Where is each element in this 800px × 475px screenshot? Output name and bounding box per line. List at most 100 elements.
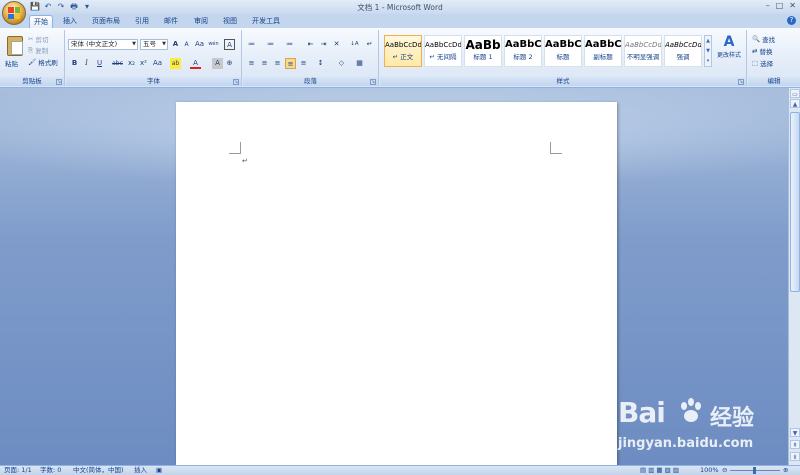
replace-button[interactable]: ⇄ 替换 (752, 46, 772, 56)
strikethrough-icon[interactable]: abc (112, 58, 123, 69)
char-shading-icon[interactable]: A (212, 58, 223, 69)
language-indicator[interactable]: 中文(简体，中国) (73, 466, 124, 475)
line-spacing-icon[interactable]: ↕ (315, 58, 326, 69)
sort-icon[interactable]: ↓A (349, 39, 360, 50)
highlight-icon[interactable]: ab (170, 58, 181, 69)
tab-view[interactable]: 视图 (219, 15, 241, 28)
decrease-indent-icon[interactable]: ⇤ (305, 39, 316, 50)
tab-mailings[interactable]: 邮件 (160, 15, 182, 28)
office-button[interactable] (2, 1, 26, 25)
vertical-scrollbar[interactable]: ▭ ▲ ▼ ⇞ ⇟ (788, 88, 800, 465)
style-tile[interactable]: AaBbC 标题 (544, 35, 582, 67)
format-painter-button[interactable]: 🖌 格式刷 (28, 57, 58, 67)
scroll-up-icon[interactable]: ▲ (790, 99, 800, 108)
align-left-icon[interactable]: ≡ (246, 58, 257, 69)
help-icon[interactable]: ? (787, 16, 796, 25)
scroll-thumb[interactable] (790, 112, 800, 292)
window-controls: – □ ✕ (766, 1, 796, 10)
clipboard-group: 粘贴 ✂ 剪切 ⎘ 复制 🖌 格式刷 剪贴板 ↘ (0, 30, 65, 86)
zoom-slider-thumb[interactable] (753, 467, 756, 474)
binoculars-icon: 🔍 (752, 35, 761, 43)
tab-developer[interactable]: 开发工具 (248, 15, 284, 28)
paste-icon (7, 36, 23, 56)
font-size-dropdown[interactable]: 五号 ▼ (140, 39, 168, 50)
superscript-icon[interactable]: x² (138, 58, 149, 69)
copy-button[interactable]: ⎘ 复制 (28, 45, 48, 56)
enclose-char-icon[interactable]: ⊕ (224, 58, 235, 69)
editing-group: 🔍 查找 ⇄ 替换 ⬚ 选择 编辑 (748, 30, 800, 86)
tab-home[interactable]: 开始 (29, 15, 53, 28)
next-page-icon[interactable]: ⇟ (790, 452, 800, 461)
ruler-toggle-icon[interactable]: ▭ (790, 89, 800, 98)
style-tile[interactable]: AaBbCcDd ↵ 无间隔 (424, 35, 462, 67)
char-border-icon[interactable]: A (224, 39, 235, 50)
paragraph-group: ≔ ≔ ≔ ⇤ ⇥ ✕ ↓A ↵ ≡ ≡ ≡ ≡ ≡ ↕ ◇ ▦ 段落 ↘ (243, 30, 379, 86)
status-bar: 页面: 1/1 字数: 0 中文(简体，中国) 插入 ▣ ▤ ▥ ▦ ▧ ▨ 1… (0, 465, 800, 475)
maximize-button[interactable]: □ (776, 1, 784, 10)
watermark-brand: Bai (618, 396, 666, 429)
style-tile[interactable]: AaBbC 副标题 (584, 35, 622, 67)
close-button[interactable]: ✕ (789, 1, 796, 10)
shading-icon[interactable]: ◇ (336, 58, 347, 69)
bold-icon[interactable]: B (69, 58, 80, 69)
style-tile[interactable]: AaBbCcDd 不明显强调 (624, 35, 662, 67)
paragraph-launcher-icon[interactable]: ↘ (370, 79, 376, 85)
paste-label: 粘贴 (5, 60, 18, 68)
font-group-label: 字体 (66, 77, 241, 86)
select-button[interactable]: ⬚ 选择 (752, 58, 773, 68)
zoom-level[interactable]: 100% (700, 466, 719, 475)
increase-indent-icon[interactable]: ⇥ (318, 39, 329, 50)
prev-page-icon[interactable]: ⇞ (790, 440, 800, 449)
style-tile[interactable]: AaBbCcDd 强调 (664, 35, 702, 67)
show-marks-icon[interactable]: ↵ (364, 39, 375, 50)
zoom-in-icon[interactable]: ⊕ (783, 466, 788, 475)
shrink-font-icon[interactable]: A (181, 39, 192, 50)
change-case-icon[interactable]: Aa (152, 58, 163, 69)
font-color-icon[interactable]: A (190, 58, 201, 69)
clipboard-launcher-icon[interactable]: ↘ (56, 79, 62, 85)
ribbon: 粘贴 ✂ 剪切 ⎘ 复制 🖌 格式刷 剪贴板 ↘ 宋体 (中文正文) ▼ 五号 ▼ A A… (0, 28, 800, 88)
style-tile[interactable]: AaBb 标题 1 (464, 35, 502, 67)
styles-launcher-icon[interactable]: ↘ (738, 79, 744, 85)
view-buttons[interactable]: ▤ ▥ ▦ ▧ ▨ (640, 466, 679, 475)
document-page[interactable]: ↵ (176, 102, 617, 465)
bullets-icon[interactable]: ≔ (246, 39, 257, 50)
paste-button[interactable]: 粘贴 (2, 32, 24, 76)
font-name-dropdown[interactable]: 宋体 (中文正文) ▼ (68, 39, 138, 50)
clear-format-icon[interactable]: Aa (194, 39, 205, 50)
tab-review[interactable]: 审阅 (190, 15, 212, 28)
font-launcher-icon[interactable]: ↘ (233, 79, 239, 85)
tab-page-layout[interactable]: 页面布局 (88, 15, 124, 28)
align-right-icon[interactable]: ≡ (272, 58, 283, 69)
subscript-icon[interactable]: x₂ (126, 58, 137, 69)
multilevel-list-icon[interactable]: ≔ (284, 39, 295, 50)
styles-gallery-scroll[interactable]: ▲ ▼ ▾ (704, 35, 712, 67)
insert-mode[interactable]: 插入 (134, 466, 147, 475)
scroll-down-icon[interactable]: ▼ (790, 428, 800, 437)
style-tile[interactable]: AaBbCcDd ↵ 正文 (384, 35, 422, 67)
underline-icon[interactable]: U (94, 58, 105, 69)
cut-button[interactable]: ✂ 剪切 (28, 34, 48, 44)
distributed-icon[interactable]: ≡ (298, 58, 309, 69)
justify-icon[interactable]: ≡ (285, 58, 296, 69)
numbering-icon[interactable]: ≔ (265, 39, 276, 50)
italic-icon[interactable]: I (81, 58, 92, 69)
asian-layout-icon[interactable]: ✕ (331, 39, 342, 50)
tab-insert[interactable]: 插入 (59, 15, 81, 28)
find-button[interactable]: 🔍 查找 (752, 34, 775, 44)
zoom-out-icon[interactable]: ⊖ (722, 466, 727, 475)
style-tile[interactable]: AaBbC 标题 2 (504, 35, 542, 67)
align-center-icon[interactable]: ≡ (259, 58, 270, 69)
macro-record-icon[interactable]: ▣ (156, 466, 162, 475)
window-title: 文档 1 - Microsoft Word (357, 3, 443, 12)
borders-icon[interactable]: ▦ (354, 58, 365, 69)
tab-references[interactable]: 引用 (131, 15, 153, 28)
phonetic-guide-icon[interactable]: wén (208, 39, 219, 50)
page-count[interactable]: 页面: 1/1 (4, 466, 32, 475)
change-styles-button[interactable]: A 更改样式 (714, 34, 744, 74)
word-count[interactable]: 字数: 0 (40, 466, 61, 475)
scissors-icon: ✂ (28, 35, 34, 43)
minimize-button[interactable]: – (766, 1, 770, 10)
dropdown-arrow-icon: ▼ (162, 41, 166, 47)
grow-font-icon[interactable]: A (170, 39, 181, 50)
